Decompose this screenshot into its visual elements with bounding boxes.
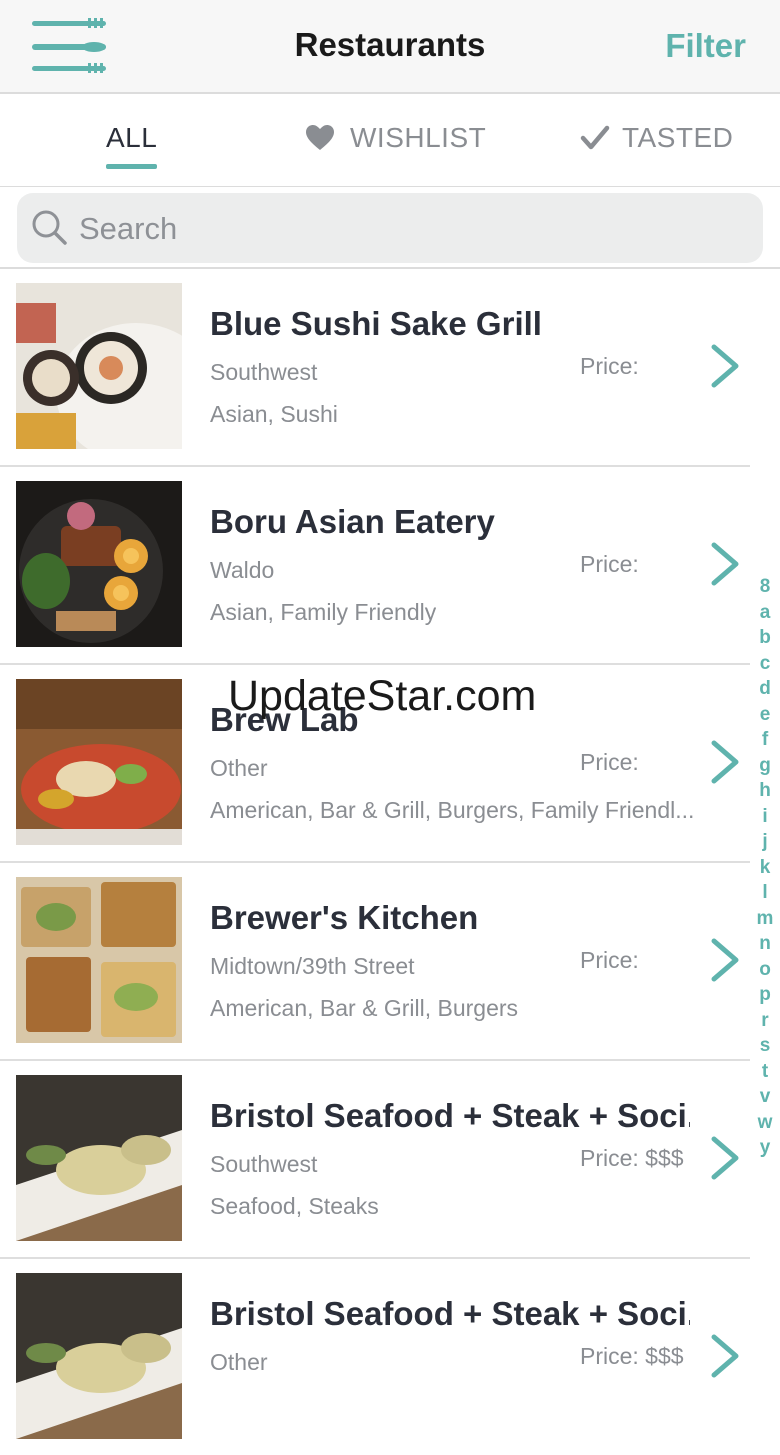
checkmark-icon [580,125,610,150]
food-photo [16,283,182,449]
tab-all-label: ALL [106,122,158,153]
tab-tasted[interactable]: TASTED [580,122,733,154]
food-photo [16,1075,182,1241]
restaurant-area: Other [210,755,268,781]
restaurant-cuisine: Asian, Sushi [210,401,338,427]
index-letter[interactable]: y [760,1135,771,1161]
restaurant-price: Price: [580,551,639,577]
restaurant-area: Midtown/39th Street [210,953,415,979]
restaurant-name: Bristol Seafood + Steak + Soci... [210,1295,690,1332]
index-letter[interactable]: i [762,804,767,830]
index-letter[interactable]: b [759,625,771,651]
restaurant-row[interactable]: Bristol Seafood + Steak + Soci... Other … [0,1259,750,1455]
search-bar [0,187,780,269]
food-photo [16,481,182,647]
index-letter[interactable]: a [760,600,771,626]
restaurant-name: Blue Sushi Sake Grill [210,305,542,342]
index-letter[interactable]: t [762,1059,768,1085]
tab-all[interactable]: ALL [106,122,158,169]
food-photo [16,1273,182,1439]
restaurant-list: Blue Sushi Sake Grill Southwest Asian, S… [0,269,750,1455]
tab-wishlist[interactable]: WISHLIST [306,122,486,154]
index-letter[interactable]: c [760,651,771,677]
navigation-bar: Restaurants Filter [0,0,780,94]
restaurant-price: Price: [580,353,639,379]
tab-tasted-label: TASTED [622,122,734,153]
restaurant-price: Price: $$$ [580,1343,684,1369]
restaurant-name: Bristol Seafood + Steak + Soci... [210,1097,690,1134]
search-icon [32,210,67,245]
restaurant-price: Price: [580,749,639,775]
restaurant-row[interactable]: Bristol Seafood + Steak + Soci... Southw… [0,1061,750,1259]
restaurant-row[interactable]: Boru Asian Eatery Waldo Asian, Family Fr… [0,467,750,665]
page-title: Restaurants [294,26,486,63]
restaurant-area: Southwest [210,359,318,385]
restaurant-name: Boru Asian Eatery [210,503,495,540]
index-letter[interactable]: v [760,1084,771,1110]
index-letter[interactable]: p [759,982,771,1008]
restaurant-name: Brewer's Kitchen [210,899,479,936]
restaurant-cuisine: American, Bar & Grill, Burgers, Family F… [210,797,695,823]
watermark: UpdateStar.com [228,672,537,720]
chevron-right-icon [711,1334,739,1378]
index-letter[interactable]: l [762,880,767,906]
restaurant-price: Price: $$$ [580,1145,684,1171]
index-letter[interactable]: n [759,931,771,957]
search-input[interactable] [77,207,741,251]
chevron-right-icon [711,740,739,784]
restaurant-price: Price: [580,947,639,973]
index-letter[interactable]: j [762,829,767,855]
food-photo [16,679,182,845]
chevron-right-icon [711,542,739,586]
restaurant-area: Waldo [210,557,275,583]
tab-wishlist-label: WISHLIST [350,122,487,153]
index-letter[interactable]: m [757,906,774,932]
restaurant-cuisine: Seafood, Steaks [210,1193,379,1219]
restaurant-cuisine: American, Bar & Grill, Burgers [210,995,519,1021]
filter-button[interactable]: Filter [665,27,746,65]
index-letter[interactable]: s [760,1033,771,1059]
chevron-right-icon [711,344,739,388]
restaurant-cuisine: Asian, Family Friendly [210,599,437,625]
index-letter[interactable]: f [762,727,768,753]
index-letter[interactable]: o [759,957,771,983]
active-tab-indicator [106,164,158,169]
restaurant-row[interactable]: Brewer's Kitchen Midtown/39th Street Ame… [0,863,750,1061]
index-letter[interactable]: k [760,855,771,881]
index-letter[interactable]: r [761,1008,768,1034]
index-letter[interactable]: d [759,676,771,702]
restaurant-row[interactable]: Blue Sushi Sake Grill Southwest Asian, S… [0,269,750,467]
alphabet-index[interactable]: 8abcdefghijklmnoprstvwy [752,574,778,1161]
heart-icon [306,125,334,150]
restaurant-area: Other [210,1349,268,1375]
index-letter[interactable]: g [759,753,771,779]
index-letter[interactable]: 8 [760,574,771,600]
index-letter[interactable]: h [759,778,771,804]
tab-bar: ALL WISHLIST TASTED [0,94,780,188]
food-photo [16,877,182,1043]
chevron-right-icon [711,1136,739,1180]
restaurant-area: Southwest [210,1151,318,1177]
index-letter[interactable]: w [758,1110,773,1136]
search-field[interactable] [17,193,763,263]
chevron-right-icon [711,938,739,982]
index-letter[interactable]: e [760,702,771,728]
